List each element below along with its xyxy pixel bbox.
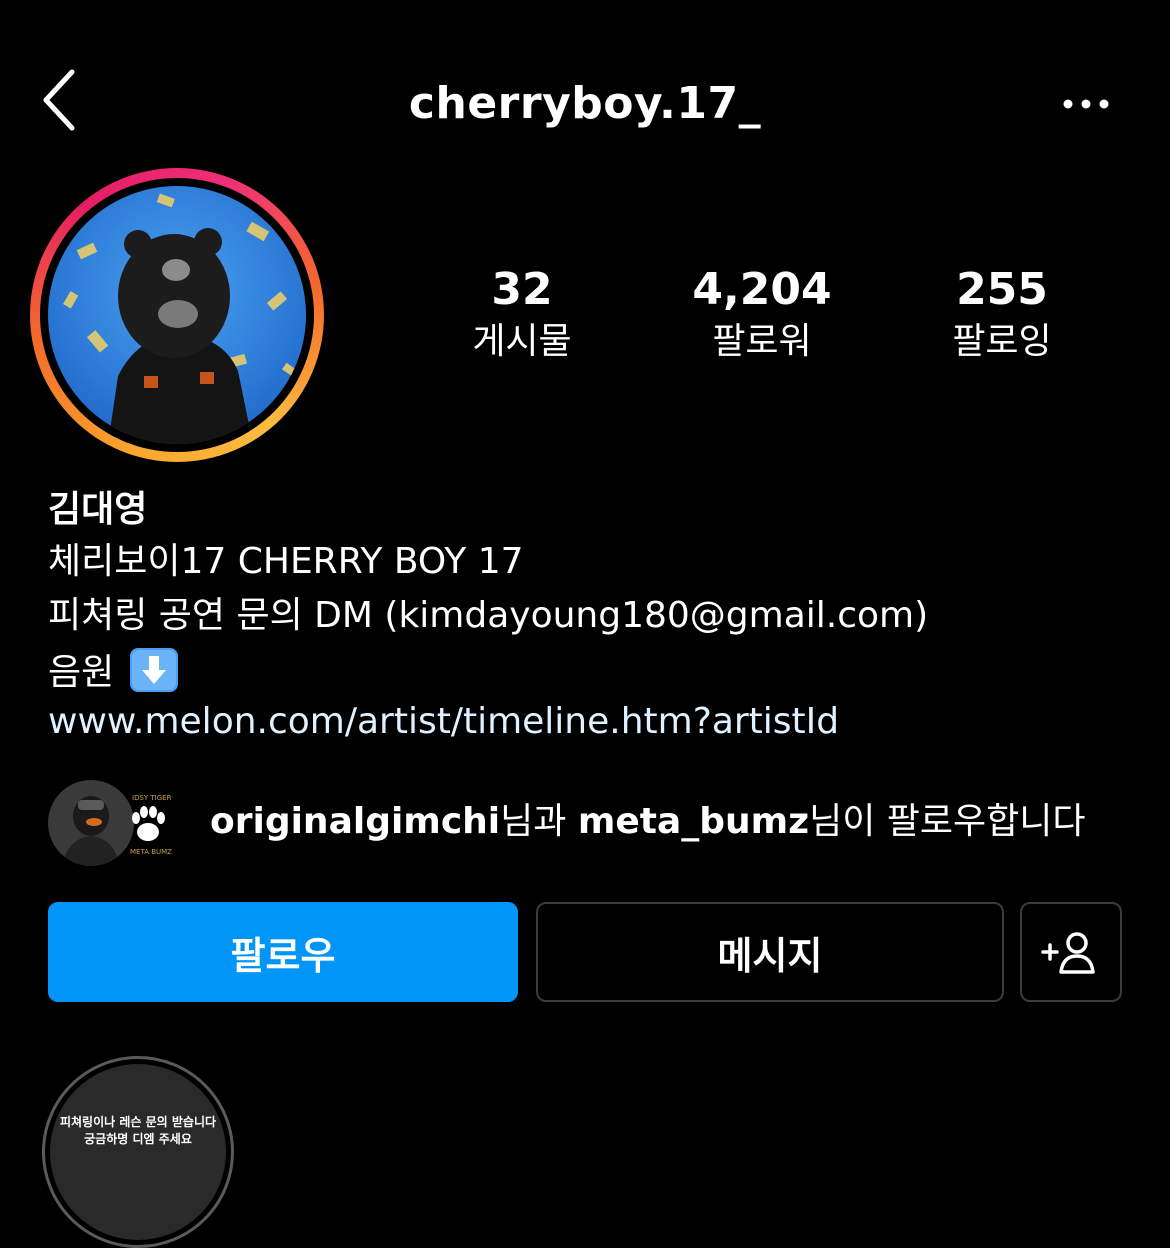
mutual-followers-text[interactable]: originalgimchi님과 meta_bumz님이 팔로우합니다 bbox=[210, 800, 1086, 844]
followers-count-value: 4,204 bbox=[692, 264, 832, 315]
mutual-user-1: originalgimchi bbox=[210, 801, 501, 842]
bio-line-3: 음원 bbox=[48, 648, 180, 695]
more-options-button[interactable] bbox=[1058, 84, 1118, 124]
story-highlight-text: 피쳐링이나 레슨 문의 받습니다 궁금하명 디엠 주세요 bbox=[50, 1114, 226, 1148]
down-arrow-emoji bbox=[128, 648, 180, 692]
message-button[interactable]: 메시지 bbox=[536, 902, 1004, 1002]
followers-count[interactable]: 4,204 팔로워 bbox=[662, 264, 862, 364]
bio-line-3-text: 음원 bbox=[48, 652, 115, 693]
mutual-follower-avatar-2[interactable]: IDSY TIGER META BUMZ bbox=[118, 786, 174, 860]
posts-count-value: 32 bbox=[491, 264, 553, 315]
profile-display-name: 김대영 bbox=[48, 489, 148, 530]
profile-picture[interactable] bbox=[48, 186, 306, 444]
mutual-suffix: 님이 팔로우합니다 bbox=[809, 801, 1086, 842]
mutual-user-2: meta_bumz bbox=[577, 801, 810, 842]
posts-count[interactable]: 32 게시물 bbox=[422, 264, 622, 364]
suggested-accounts-button[interactable] bbox=[1020, 902, 1122, 1002]
follow-button[interactable]: 팔로우 bbox=[48, 902, 518, 1002]
story-highlight-line-2: 궁금하명 디엠 주세요 bbox=[84, 1132, 192, 1146]
bio-line-2: 피쳐링 공연 문의 DM (kimdayoung180@gmail.com) bbox=[48, 595, 929, 636]
svg-text:IDSY TIGER: IDSY TIGER bbox=[132, 794, 172, 802]
bio-link[interactable]: www.melon.com/artist/timeline.htm?artist… bbox=[48, 700, 839, 744]
more-horizontal-icon bbox=[1063, 99, 1109, 109]
add-person-icon bbox=[1041, 932, 1095, 974]
following-count-label: 팔로잉 bbox=[952, 321, 1052, 362]
mutual-connector: 님과 bbox=[500, 801, 578, 842]
following-count[interactable]: 255 팔로잉 bbox=[902, 264, 1102, 364]
profile-username: cherryboy.17_ bbox=[408, 78, 762, 129]
bio-line-1: 체리보이17 CHERRY BOY 17 bbox=[48, 541, 524, 582]
following-count-value: 255 bbox=[956, 264, 1048, 315]
story-highlight-line-1: 피쳐링이나 레슨 문의 받습니다 bbox=[59, 1115, 217, 1129]
posts-count-label: 게시물 bbox=[472, 321, 572, 362]
story-highlight[interactable] bbox=[50, 1064, 226, 1240]
followers-count-label: 팔로워 bbox=[712, 321, 812, 362]
svg-text:META BUMZ: META BUMZ bbox=[130, 848, 172, 856]
